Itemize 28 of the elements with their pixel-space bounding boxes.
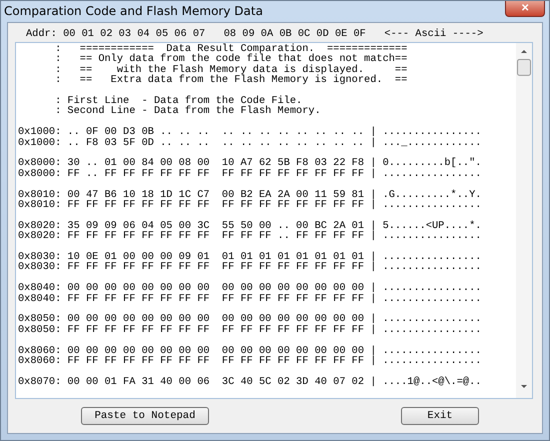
exit-button[interactable]: Exit (401, 407, 479, 425)
hex-line: 0x8050: FF FF FF FF FF FF FF FF FF FF FF FF FF FF FF FF | ................ (18, 324, 482, 336)
hex-line: 0x8040: FF FF FF FF FF FF FF FF FF FF FF FF FF FF FF FF | ................ (18, 294, 482, 304)
hex-line: 0x1000: .. 0F 00 D3 0B .. .. .. .. .. .. .. .. .. .. .. | ................ (18, 127, 482, 138)
hex-line: 0x8020: 35 09 09 06 04 05 00 3C 55 50 00 .. 00 BC 2A 01 | 5......<UP....*. (18, 220, 482, 232)
column-header: Addr: 00 01 02 03 04 05 06 07 08 09 0A 0B 0C 0D 0E 0F <--- Ascii ----> (25, 27, 484, 42)
paste-button[interactable]: Paste to Notepad (81, 407, 209, 425)
note-line: : ============ Data Result Comparation. ============= (54, 44, 408, 54)
note-line: : == Extra data from the Flash Memory is ignored. == (54, 75, 408, 86)
hex-line: 0x8040: 00 00 00 00 00 00 00 00 00 00 00 00 00 00 00 00 | ................ (18, 283, 482, 294)
hex-line: 0x8010: FF FF FF FF FF FF FF FF FF FF FF FF FF FF FF FF | ................ (18, 200, 482, 210)
hex-line: 0x8060: FF FF FF FF FF FF FF FF FF FF FF FF FF FF FF FF | ................ (18, 356, 482, 366)
hex-line: 0x8000: 30 .. 01 00 84 00 08 00 10 A7 62 5B F8 03 22 F8 | 0.........b[..". (18, 158, 482, 169)
note-line: : == Only data from the code file that does not match== (54, 54, 408, 65)
hex-line: 0x1000: .. F8 03 5F 0D .. .. .. .. .. .. .. .. .. .. .. | ..._............ (18, 138, 482, 148)
legend-line: : First Line - Data from the Code File. (54, 96, 302, 106)
window-title: Comparation Code and Flash Memory Data (4, 3, 263, 18)
hex-line: 0x8050: 00 00 00 00 00 00 00 00 00 00 00 00 00 00 00 00 | ................ (18, 314, 482, 325)
hex-line: 0x8030: 10 0E 01 00 00 00 09 01 01 01 01 01 01 01 01 01 | ................ (18, 252, 482, 262)
legend-line: : Second Line - Data from the Flash Memory. (54, 106, 321, 117)
hex-line: 0x8020: FF FF FF FF FF FF FF FF FF FF FF .. FF FF FF FF | ................ (18, 231, 482, 242)
hex-line: 0x8000: FF .. FF FF FF FF FF FF FF FF FF FF FF FF FF FF | ................ (18, 168, 482, 180)
hex-line: 0x8030: FF FF FF FF FF FF FF FF FF FF FF FF FF FF FF FF | ................ (18, 262, 482, 273)
note-line: : == with the Flash Memory data is displayed. == (54, 64, 408, 76)
hex-line: 0x8060: 00 00 00 00 00 00 00 00 00 00 00 00 00 00 00 00 | ................ (18, 346, 482, 356)
scrollbar[interactable] (516, 43, 532, 398)
hex-line: 0x8010: 00 47 B6 10 18 1D 1C C7 00 B2 EA 2A 00 11 59 81 | .G.........*..Y. (18, 190, 482, 200)
hex-line: 0x8070: 00 00 01 FA 31 40 00 06 3C 40 5C 02 3D 40 07 02 | ....1@..<@\.=@.. (18, 376, 482, 388)
